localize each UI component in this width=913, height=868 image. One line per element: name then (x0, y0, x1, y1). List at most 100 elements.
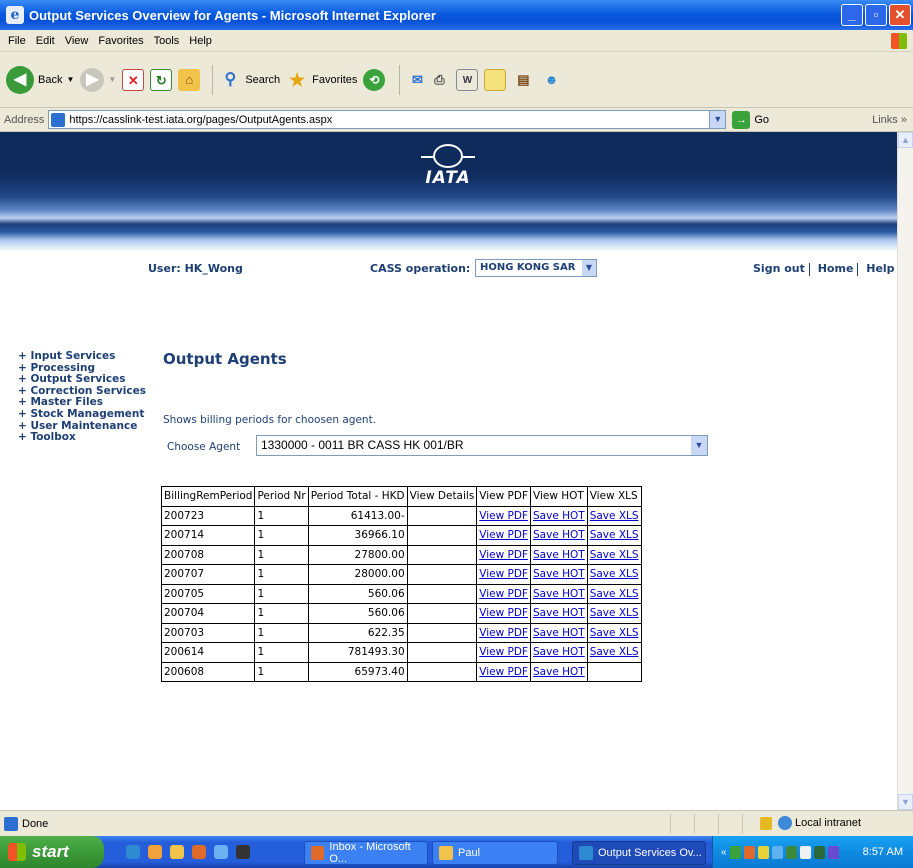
save-xls-link[interactable]: Save XLS (590, 510, 639, 522)
menu-view[interactable]: View (65, 35, 89, 47)
iata-banner: IATA (0, 132, 897, 250)
help-link[interactable]: Help (866, 262, 894, 275)
tray-app-icon[interactable] (729, 845, 741, 859)
menu-file[interactable]: File (8, 35, 26, 47)
menu-tools[interactable]: Tools (154, 35, 180, 47)
period-cell: 200723 (160, 505, 256, 526)
outlook-quicklaunch-icon[interactable] (192, 845, 206, 859)
status-divider (742, 814, 743, 834)
task-paul[interactable]: Paul (432, 841, 558, 865)
close-button[interactable]: ✕ (889, 4, 911, 26)
toolbar-separator (399, 64, 401, 95)
favorites-button[interactable]: ★ Favorites (286, 69, 357, 91)
firefox-quicklaunch-icon[interactable] (148, 845, 162, 859)
cmd-quicklaunch-icon[interactable] (236, 845, 250, 859)
agent-select[interactable]: 1330000 - 0011 BR CASS HK 001/BR ▼ (256, 435, 708, 456)
start-button[interactable]: start (0, 836, 104, 868)
view-details-cell (406, 505, 478, 526)
save-hot-link[interactable]: Save HOT (533, 666, 585, 678)
window-title-bar: e Output Services Overview for Agents - … (0, 0, 913, 30)
view-pdf-link[interactable]: View PDF (479, 627, 528, 639)
home-icon[interactable]: ⌂ (178, 68, 201, 91)
save-xls-link[interactable]: Save XLS (590, 529, 639, 541)
nav-stock-management[interactable]: + Stock Management (18, 408, 146, 421)
address-input[interactable]: https://casslink-test.iata.org/pages/Out… (48, 110, 727, 129)
chevron-down-icon[interactable]: ▼ (709, 111, 726, 128)
forward-button[interactable]: ▶ ▼ (80, 67, 116, 92)
tray-app-icon[interactable] (757, 845, 769, 859)
task-inbox[interactable]: Inbox - Microsoft O... (304, 841, 428, 865)
research-icon[interactable]: ▤ (512, 69, 534, 91)
task-output-services[interactable]: Output Services Ov... (572, 841, 706, 865)
view-pdf-link[interactable]: View PDF (479, 588, 528, 600)
scroll-down-icon[interactable]: ▼ (898, 794, 913, 810)
go-button[interactable]: → Go (732, 110, 769, 129)
notepad-icon[interactable] (484, 68, 507, 91)
view-pdf-link[interactable]: View PDF (479, 568, 528, 580)
period-cell: 200704 (160, 603, 256, 624)
tray-app-icon[interactable] (827, 845, 839, 859)
folder-icon (439, 846, 453, 860)
col-billing-rem-period: BillingRemPeriod (160, 486, 256, 507)
clock[interactable]: 8:57 AM (863, 846, 903, 858)
tray-app-icon[interactable] (799, 845, 811, 859)
status-divider (670, 814, 671, 834)
save-hot-link[interactable]: Save HOT (533, 510, 585, 522)
view-pdf-link[interactable]: View PDF (479, 529, 528, 541)
iata-logo: IATA (408, 144, 488, 204)
nav-toolbox[interactable]: + Toolbox (18, 432, 146, 444)
back-button[interactable]: ◀ Back ▼ (6, 65, 74, 94)
view-pdf-link[interactable]: View PDF (479, 510, 528, 522)
save-xls-link[interactable]: Save XLS (590, 549, 639, 561)
web-page: IATA User: HK_Wong CASS operation: HONG … (0, 132, 897, 810)
status-bar: Done Local intranet (0, 810, 913, 836)
save-xls-link[interactable]: Save XLS (590, 627, 639, 639)
menu-edit[interactable]: Edit (36, 35, 55, 47)
save-hot-link[interactable]: Save HOT (533, 529, 585, 541)
view-pdf-link[interactable]: View PDF (479, 666, 528, 678)
view-pdf-link[interactable]: View PDF (479, 646, 528, 658)
tray-app-icon[interactable] (785, 845, 797, 859)
save-xls-link[interactable]: Save XLS (590, 607, 639, 619)
page-icon (51, 112, 66, 127)
tray-app-icon[interactable] (813, 845, 825, 859)
word-icon[interactable]: W (456, 68, 479, 91)
save-hot-link[interactable]: Save HOT (533, 646, 585, 658)
save-xls-link[interactable]: Save XLS (590, 588, 639, 600)
save-xls-link[interactable]: Save XLS (590, 646, 639, 658)
browser-quicklaunch-icon[interactable] (214, 845, 228, 859)
ie-quicklaunch-icon[interactable] (126, 845, 140, 859)
folder-quicklaunch-icon[interactable] (170, 845, 184, 859)
save-hot-link[interactable]: Save HOT (533, 549, 585, 561)
tray-arrow-icon[interactable]: « (721, 847, 727, 858)
col-view-pdf: View PDF (476, 486, 532, 507)
save-hot-link[interactable]: Save HOT (533, 627, 585, 639)
scroll-up-icon[interactable]: ▲ (898, 132, 913, 148)
print-icon[interactable]: ⎙ (428, 69, 450, 91)
save-hot-link[interactable]: Save HOT (533, 588, 585, 600)
save-hot-link[interactable]: Save HOT (533, 568, 585, 580)
refresh-icon[interactable]: ↻ (150, 68, 173, 91)
messenger-icon[interactable]: ☻ (540, 69, 562, 91)
history-icon[interactable]: ⟲ (363, 68, 386, 91)
minimize-button[interactable]: _ (841, 4, 863, 26)
maximize-button[interactable]: ▫ (865, 4, 887, 26)
search-button[interactable]: ⚲ Search (219, 69, 280, 91)
home-link[interactable]: Home (818, 262, 854, 275)
menu-help[interactable]: Help (189, 35, 212, 47)
menu-favorites[interactable]: Favorites (98, 35, 143, 47)
view-pdf-link[interactable]: View PDF (479, 607, 528, 619)
tray-app-icon[interactable] (771, 845, 783, 859)
save-hot-link[interactable]: Save HOT (533, 607, 585, 619)
stop-icon[interactable]: ✕ (122, 68, 145, 91)
view-pdf-link[interactable]: View PDF (479, 549, 528, 561)
task-label: Paul (458, 847, 481, 859)
tray-app-icon[interactable] (743, 845, 755, 859)
sign-out-link[interactable]: Sign out (753, 262, 805, 275)
nav-input-services[interactable]: + Input Services (18, 350, 146, 363)
mail-icon[interactable]: ✉ (406, 69, 428, 91)
links-button[interactable]: Links » (872, 114, 907, 126)
save-xls-link[interactable]: Save XLS (590, 568, 639, 580)
vertical-scrollbar[interactable]: ▲ ▼ (897, 132, 913, 810)
cass-operation-select[interactable]: HONG KONG SAR ▼ (475, 259, 597, 277)
